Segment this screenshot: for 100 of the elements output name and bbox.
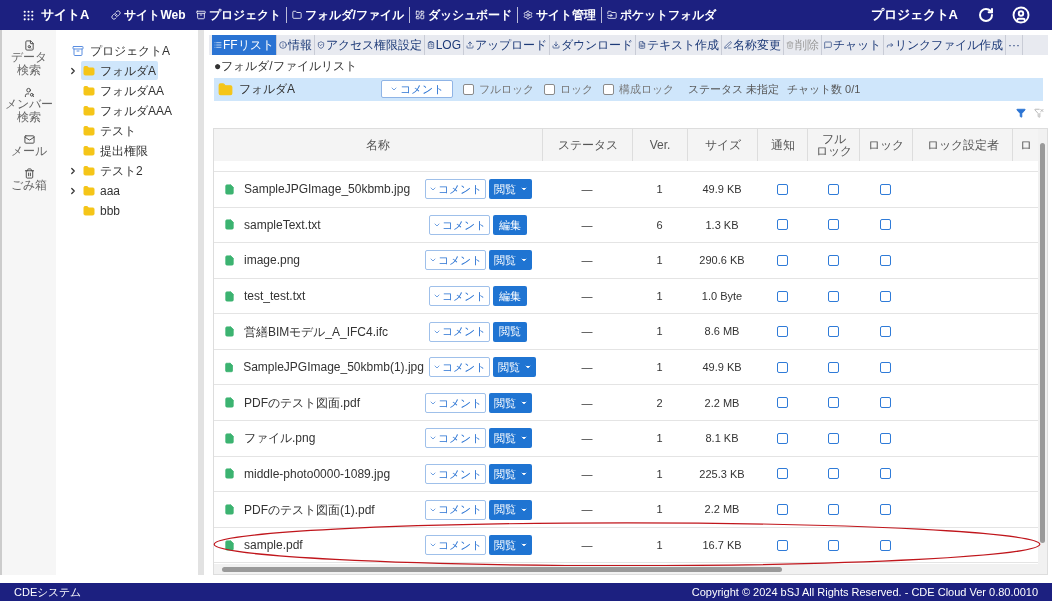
checkbox[interactable] bbox=[880, 504, 891, 516]
column-header[interactable]: 通知 bbox=[770, 138, 795, 151]
column-header[interactable]: ロック bbox=[868, 138, 904, 151]
horizontal-scrollbar[interactable] bbox=[214, 564, 1047, 574]
checkbox[interactable] bbox=[827, 183, 839, 195]
toolbar-tab[interactable]: リンクファイル作成 bbox=[884, 35, 1006, 55]
refresh-icon[interactable] bbox=[978, 7, 994, 23]
nav-link[interactable]: ダッシュボード bbox=[414, 6, 512, 24]
file-name[interactable]: SampleJPGImage_50kbmb(1).jpg bbox=[243, 358, 424, 377]
search-icon[interactable] bbox=[23, 40, 35, 51]
comment-button[interactable]: コメント bbox=[429, 214, 490, 235]
checkbox[interactable] bbox=[776, 539, 788, 551]
rail-label[interactable]: メンバー 検索 bbox=[5, 98, 53, 124]
user-avatar-icon[interactable] bbox=[1012, 6, 1030, 24]
expand-chevron-icon[interactable] bbox=[68, 185, 78, 196]
filter-icon[interactable] bbox=[1016, 107, 1026, 118]
checkbox[interactable] bbox=[776, 361, 788, 373]
checkbox[interactable] bbox=[827, 504, 839, 516]
comment-button[interactable]: コメント bbox=[429, 321, 490, 342]
action-button[interactable]: 編集 bbox=[493, 214, 527, 235]
comment-button[interactable]: コメント bbox=[424, 463, 486, 484]
checkbox[interactable] bbox=[827, 468, 839, 480]
view-split-button[interactable]: 閲覧 bbox=[488, 499, 532, 520]
trash-icon[interactable] bbox=[23, 168, 35, 179]
tree-item[interactable]: テスト2 bbox=[68, 161, 145, 180]
checkbox[interactable] bbox=[880, 183, 891, 195]
column-header[interactable]: サイズ bbox=[704, 138, 741, 151]
checkbox[interactable] bbox=[827, 432, 839, 444]
checkbox[interactable] bbox=[776, 504, 788, 516]
toolbar-tab[interactable]: アップロード bbox=[464, 35, 550, 55]
tree-item[interactable]: プロジェクトA bbox=[90, 42, 170, 60]
tree-item[interactable]: 提出権限 bbox=[68, 141, 150, 160]
nav-link[interactable]: ポケットフォルダ bbox=[606, 6, 716, 24]
comment-button[interactable]: コメント bbox=[424, 179, 486, 200]
comment-button[interactable]: コメント bbox=[424, 428, 486, 449]
checkbox[interactable] bbox=[776, 290, 788, 302]
checkbox[interactable] bbox=[776, 219, 788, 231]
view-split-button[interactable]: 閲覧 bbox=[488, 179, 532, 200]
checkbox[interactable] bbox=[827, 539, 839, 551]
checkbox[interactable] bbox=[880, 539, 891, 551]
rail-label[interactable]: ごみ箱 bbox=[11, 179, 47, 192]
comment-button[interactable]: コメント bbox=[424, 250, 486, 271]
file-name[interactable]: image.png bbox=[244, 251, 414, 270]
toolbar-tab[interactable]: チャット bbox=[822, 35, 884, 55]
column-header[interactable]: ロック設定者 bbox=[926, 138, 999, 151]
expand-chevron-icon[interactable] bbox=[68, 65, 78, 76]
nav-link[interactable]: サイト管理 bbox=[522, 6, 596, 24]
file-name[interactable]: ファイル.png bbox=[244, 429, 414, 448]
file-name[interactable]: sample.pdf bbox=[244, 536, 414, 555]
project-name[interactable]: プロジェクトA bbox=[870, 5, 958, 25]
file-name[interactable]: PDFのテスト図面.pdf bbox=[244, 393, 414, 412]
site-name[interactable]: サイトA bbox=[41, 5, 90, 25]
nav-link[interactable]: サイトWeb bbox=[111, 6, 186, 24]
checkbox[interactable] bbox=[880, 468, 891, 480]
checkbox[interactable] bbox=[776, 183, 788, 195]
checkbox[interactable] bbox=[880, 326, 891, 338]
tree-item[interactable]: bbb bbox=[68, 201, 123, 220]
toolbar-tab[interactable]: ··· bbox=[1006, 35, 1023, 55]
nav-link[interactable]: プロジェクト bbox=[195, 6, 281, 24]
view-split-button[interactable]: 閲覧 bbox=[488, 250, 532, 271]
checkbox[interactable] bbox=[603, 83, 614, 95]
checkbox[interactable] bbox=[827, 361, 839, 373]
rail-label[interactable]: メール bbox=[11, 145, 47, 158]
view-split-button[interactable]: 閲覧 bbox=[488, 535, 532, 556]
checkbox[interactable] bbox=[463, 83, 474, 95]
file-name[interactable]: middle-photo0000-1089.jpg bbox=[244, 464, 414, 483]
checkbox[interactable] bbox=[880, 397, 891, 409]
column-header[interactable]: ロ bbox=[1019, 138, 1032, 151]
rail-label[interactable]: データ 検索 bbox=[11, 51, 47, 77]
checkbox[interactable] bbox=[776, 326, 788, 338]
file-name[interactable]: 営繕BIMモデル_A_IFC4.ifc bbox=[244, 322, 414, 341]
toolbar-tab[interactable]: アクセス権限設定 bbox=[314, 35, 425, 55]
tree-item[interactable]: テスト bbox=[68, 121, 138, 140]
comment-button[interactable]: コメント bbox=[429, 357, 491, 378]
view-split-button[interactable]: 閲覧 bbox=[488, 463, 532, 484]
nav-link[interactable]: フォルダ/ファイル bbox=[291, 6, 404, 24]
checkbox[interactable] bbox=[827, 326, 839, 338]
column-header[interactable]: 名称 bbox=[366, 138, 390, 151]
vertical-scrollbar[interactable] bbox=[1038, 128, 1047, 564]
toolbar-tab[interactable]: テキスト作成 bbox=[636, 35, 722, 55]
checkbox[interactable] bbox=[827, 290, 839, 302]
tree-item[interactable]: フォルダAAA bbox=[68, 101, 174, 120]
checkbox[interactable] bbox=[880, 432, 891, 444]
checkbox[interactable] bbox=[880, 290, 891, 302]
column-header[interactable]: ステータス bbox=[557, 138, 618, 151]
toolbar-tab[interactable]: LOG bbox=[424, 35, 464, 55]
checkbox[interactable] bbox=[776, 468, 788, 480]
checkbox[interactable] bbox=[544, 83, 555, 95]
checkbox[interactable] bbox=[827, 397, 839, 409]
view-split-button[interactable]: 閲覧 bbox=[488, 428, 532, 449]
file-name[interactable]: SampleJPGImage_50kbmb.jpg bbox=[244, 180, 414, 199]
tree-item[interactable]: フォルダAA bbox=[68, 81, 166, 100]
toolbar-tab[interactable]: 名称変更 bbox=[722, 35, 784, 55]
file-name[interactable]: PDFのテスト図面(1).pdf bbox=[244, 500, 414, 519]
expand-chevron-icon[interactable] bbox=[68, 165, 78, 176]
tree-item[interactable]: aaa bbox=[68, 181, 123, 200]
user-search-icon[interactable] bbox=[23, 87, 35, 98]
file-name[interactable]: sampleText.txt bbox=[244, 215, 414, 234]
checkbox[interactable] bbox=[776, 432, 788, 444]
comment-button[interactable]: コメント bbox=[424, 392, 486, 413]
